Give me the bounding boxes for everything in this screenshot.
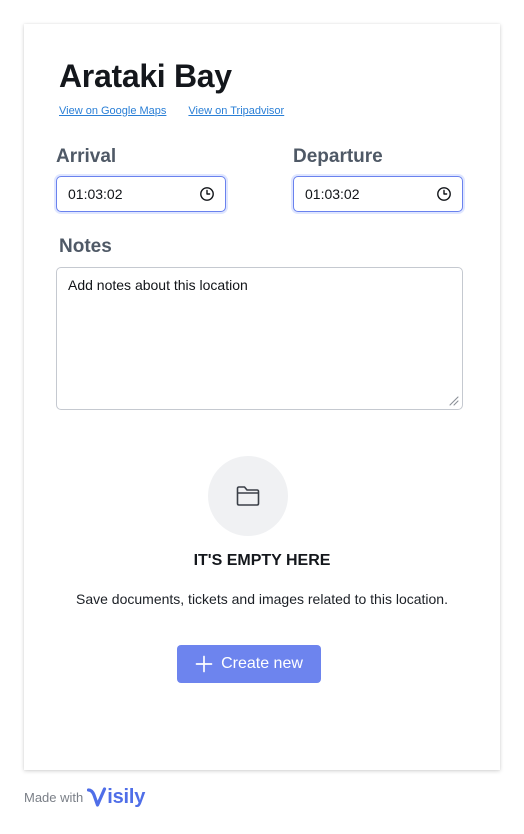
arrival-time-value: 01:03:02 [68,186,123,202]
visily-brand-text: isily [107,786,146,808]
google-maps-link[interactable]: View on Google Maps [59,105,166,117]
clock-icon[interactable] [199,186,215,202]
empty-state-icon-wrapper [208,456,288,536]
tripadvisor-link[interactable]: View on Tripadvisor [188,105,284,117]
create-new-button[interactable]: Create new [177,645,321,683]
create-new-label: Create new [221,655,303,672]
departure-time-value: 01:03:02 [305,186,360,202]
visily-v-logo [87,786,107,807]
resize-handle-icon[interactable] [448,395,459,406]
folder-icon [236,486,260,506]
arrival-time-input[interactable]: 01:03:02 [56,176,226,212]
arrival-label: Arrival [56,146,117,167]
footer: Made with isily [24,786,145,809]
notes-textarea[interactable]: Add notes about this location [56,267,463,410]
empty-state-description: Save documents, tickets and images relat… [76,591,448,607]
external-links: View on Google Maps View on Tripadvisor [59,105,284,117]
notes-label: Notes [59,236,112,257]
notes-placeholder: Add notes about this location [68,277,248,293]
plus-icon [195,655,213,673]
departure-time-input[interactable]: 01:03:02 [293,176,463,212]
clock-icon[interactable] [436,186,452,202]
location-card: Arataki Bay View on Google Maps View on … [24,24,500,770]
visily-logo[interactable]: isily [87,786,145,809]
location-title: Arataki Bay [59,58,232,94]
empty-state-title: IT'S EMPTY HERE [193,552,331,569]
made-with-text: Made with [24,790,84,805]
departure-label: Departure [293,146,383,167]
